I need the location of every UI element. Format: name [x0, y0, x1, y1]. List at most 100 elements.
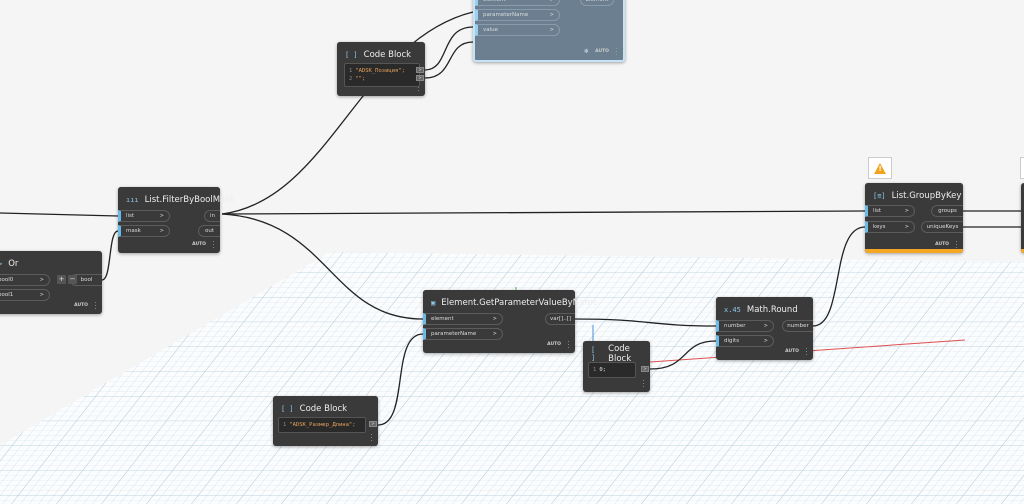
output-port-var[interactable]: var[]..[] [545, 313, 575, 325]
input-port-bool0[interactable]: bool0 > [0, 274, 50, 286]
node-title: Code Block [363, 50, 412, 60]
warning-badge-right[interactable] [1020, 157, 1024, 179]
node-code-bottom[interactable]: [ ] Code Block · · · 1 "ADSK_Размер_Длина"; > [273, 396, 378, 446]
node-round[interactable]: x.45 Math.Round number > digits > number AUTO · ·… [716, 297, 813, 360]
wire [221, 213, 424, 320]
node-getparam-top[interactable]: element > parameterName > value > Element AUTO ❄… [473, 0, 625, 62]
node-menu-icon[interactable]: ··· [94, 300, 97, 313]
port-label: bool1 [0, 292, 14, 298]
port-label: mask [126, 228, 141, 234]
node-type-icon: [ ] [345, 51, 358, 59]
node-title: Code Block [608, 344, 632, 364]
node-menu-icon[interactable]: ··· [642, 378, 645, 391]
code-output-port[interactable]: > [369, 421, 377, 427]
output-port-in[interactable]: in [204, 210, 220, 222]
output-port-number[interactable]: number [782, 320, 813, 332]
code-output-port[interactable]: > [416, 67, 424, 73]
chevron-right-icon: > [763, 338, 768, 344]
node-getparam[interactable]: ▣ Element.GetParameterValueByName element >… [423, 290, 598, 353]
port-label: element [483, 0, 506, 3]
wire [812, 226, 866, 327]
input-port-bool1[interactable]: bool1 > [0, 289, 50, 301]
input-port-keys[interactable]: keys > [865, 221, 915, 233]
output-port-uniqueKeys[interactable]: uniqueKeys [921, 221, 963, 233]
node-menu-icon[interactable]: ··· [370, 432, 373, 445]
dynamo-canvas[interactable]: element > parameterName > value > Element AUTO ❄… [0, 0, 1024, 504]
node-type-icon: ⊳ [0, 260, 3, 268]
add-input-button[interactable]: + [57, 275, 66, 284]
input-port-list[interactable]: list > [865, 205, 915, 217]
run-mode-label: AUTO [74, 303, 88, 308]
remove-input-button[interactable]: − [68, 275, 77, 284]
code-line: 1 0; [593, 366, 631, 374]
run-mode-label: AUTO [595, 49, 609, 54]
node-code-top[interactable]: [ ]Code Block···1"ADSK_Позиция";2"";>> [337, 42, 425, 96]
node-filter[interactable]: ııı List.FilterByBoolMask list > mask > in out A… [118, 187, 235, 253]
code-editor[interactable]: 1 0; [588, 362, 636, 378]
chevron-right-icon: > [492, 316, 497, 322]
node-type-icon: ııı [126, 196, 139, 204]
chevron-right-icon: > [549, 27, 554, 33]
input-port-number[interactable]: number > [716, 320, 774, 332]
line-number: 1 [349, 68, 353, 74]
port-label: keys [873, 224, 886, 230]
output-port-groups[interactable]: groups [931, 205, 963, 217]
node-type-icon: x.45 [724, 306, 741, 314]
node-title: Code Block [299, 404, 348, 414]
output-port-Element[interactable]: Element [580, 0, 614, 6]
input-port-element[interactable]: element > [423, 313, 503, 325]
port-label: list [873, 208, 882, 214]
input-port-mask[interactable]: mask > [118, 225, 170, 237]
node-groupby[interactable]: [≡] List.GroupByKey list > keys > groups unique… [865, 183, 963, 253]
node-menu-icon[interactable]: ··· [805, 346, 808, 359]
node-code-digits[interactable]: [ ] Code Block · · · 1 0; > [583, 341, 650, 392]
line-number: 1 [283, 422, 287, 428]
code-text: ""; [355, 76, 366, 82]
port-label: parameterName [483, 12, 529, 18]
port-label: parameterName [431, 331, 477, 337]
wire [101, 230, 119, 281]
node-title: Element.GetParameterValueByName [441, 298, 598, 308]
wire [649, 340, 717, 370]
code-line: 1 "ADSK_Позиция"; [349, 67, 415, 75]
input-port-list[interactable]: list > [118, 210, 170, 222]
run-mode-label: AUTO [785, 349, 799, 354]
chevron-right-icon: > [549, 12, 554, 18]
chevron-right-icon: > [904, 208, 909, 214]
line-number: 1 [593, 367, 597, 373]
input-port-value[interactable]: value > [475, 24, 560, 36]
chevron-right-icon: > [549, 0, 554, 3]
input-port-element[interactable]: element > [475, 0, 560, 6]
node-menu-icon[interactable]: ··· [615, 46, 618, 59]
node-title: Math.Round [746, 305, 798, 315]
code-editor[interactable]: 1 "ADSK_Позиция"; 2 ""; [344, 63, 420, 87]
code-line: 2 ""; [349, 75, 415, 83]
node-title: List.GroupByKey [891, 191, 962, 201]
node-menu-icon[interactable]: ··· [212, 239, 215, 252]
code-editor[interactable]: 1 "ADSK_Размер_Длина"; [278, 417, 366, 433]
chevron-right-icon: > [39, 277, 44, 283]
port-label: element [431, 316, 454, 322]
node-or[interactable]: ⊳Orbool0>bool1>boolAUTO···+− [0, 251, 102, 314]
input-port-digits[interactable]: digits > [716, 335, 774, 347]
line-number: 2 [349, 76, 353, 82]
output-port-out[interactable]: out [198, 225, 220, 237]
port-label: list [126, 213, 135, 219]
code-output-port[interactable]: > [416, 75, 424, 81]
wire [574, 318, 717, 327]
port-label: number [724, 323, 746, 329]
snowflake-icon: ❄ [583, 48, 589, 55]
input-port-parameterName[interactable]: parameterName > [423, 328, 503, 340]
code-output-port[interactable]: > [641, 366, 649, 372]
input-port-parameterName[interactable]: parameterName > [475, 9, 560, 21]
wire [0, 212, 119, 217]
warning-badge[interactable] [868, 157, 892, 179]
chevron-right-icon: > [159, 213, 164, 219]
chevron-right-icon: > [904, 224, 909, 230]
node-type-icon: [≡] [873, 192, 886, 200]
code-line: 1 "ADSK_Размер_Длина"; [283, 421, 361, 429]
code-text: "ADSK_Позиция"; [355, 68, 405, 74]
run-mode-label: AUTO [192, 242, 206, 247]
node-menu-icon[interactable]: ··· [567, 339, 570, 352]
wire [424, 26, 474, 71]
